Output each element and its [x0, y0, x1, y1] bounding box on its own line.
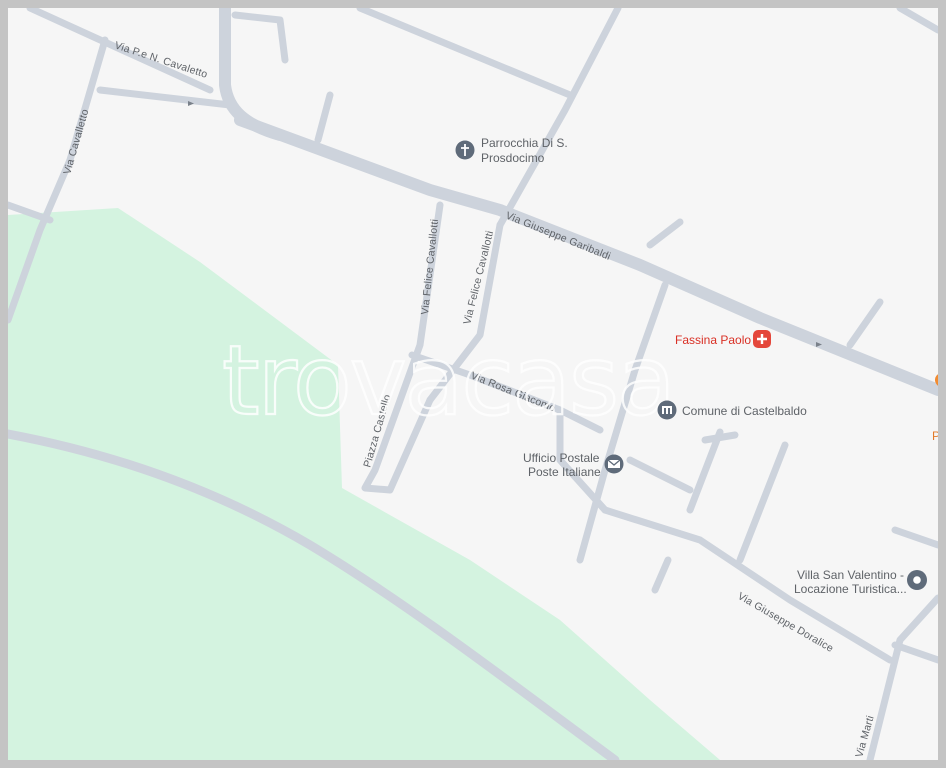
watermark-logo: trovacasa — [222, 325, 674, 437]
poi-label-parrocchia-line1: Parrocchia Di S. — [481, 136, 568, 150]
poi-parrocchia[interactable]: Parrocchia Di S. Prosdocimo — [455, 136, 568, 165]
map-svg: Via P.e N. Cavaletto Via Cavalletto Via … — [8, 8, 938, 760]
map-canvas[interactable]: Via P.e N. Cavaletto Via Cavalletto Via … — [8, 8, 938, 760]
poi-villa[interactable]: Villa San Valentino - Locazione Turistic… — [794, 568, 927, 596]
poi-label-ufficio-line2: Poste Italiane — [528, 465, 601, 479]
poi-fassina[interactable]: Fassina Paolo — [675, 330, 771, 348]
map-frame: Via P.e N. Cavaletto Via Cavalletto Via … — [0, 0, 946, 768]
poi-label-villa-line1: Villa San Valentino - — [797, 568, 904, 582]
street-label-cavallotti-1: Via Felice Cavallotti — [419, 218, 441, 315]
poi-comune[interactable]: Comune di Castelbaldo — [657, 400, 808, 420]
street-label-cavalletto: Via Cavalletto — [61, 108, 91, 176]
street-label-pn-cavaletto: Via P.e N. Cavaletto — [113, 39, 209, 80]
poi-partial-label: P — [932, 429, 938, 443]
poi-label-fassina: Fassina Paolo — [675, 333, 751, 347]
street-label-garibaldi: Via Giuseppe Garibaldi — [504, 210, 613, 263]
poi-label-parrocchia-line2: Prosdocimo — [481, 151, 545, 165]
poi-label-villa-line2: Locazione Turistica... — [794, 582, 907, 596]
poi-label-ufficio-line1: Ufficio Postale — [523, 451, 600, 465]
poi-label-comune: Comune di Castelbaldo — [682, 404, 807, 418]
